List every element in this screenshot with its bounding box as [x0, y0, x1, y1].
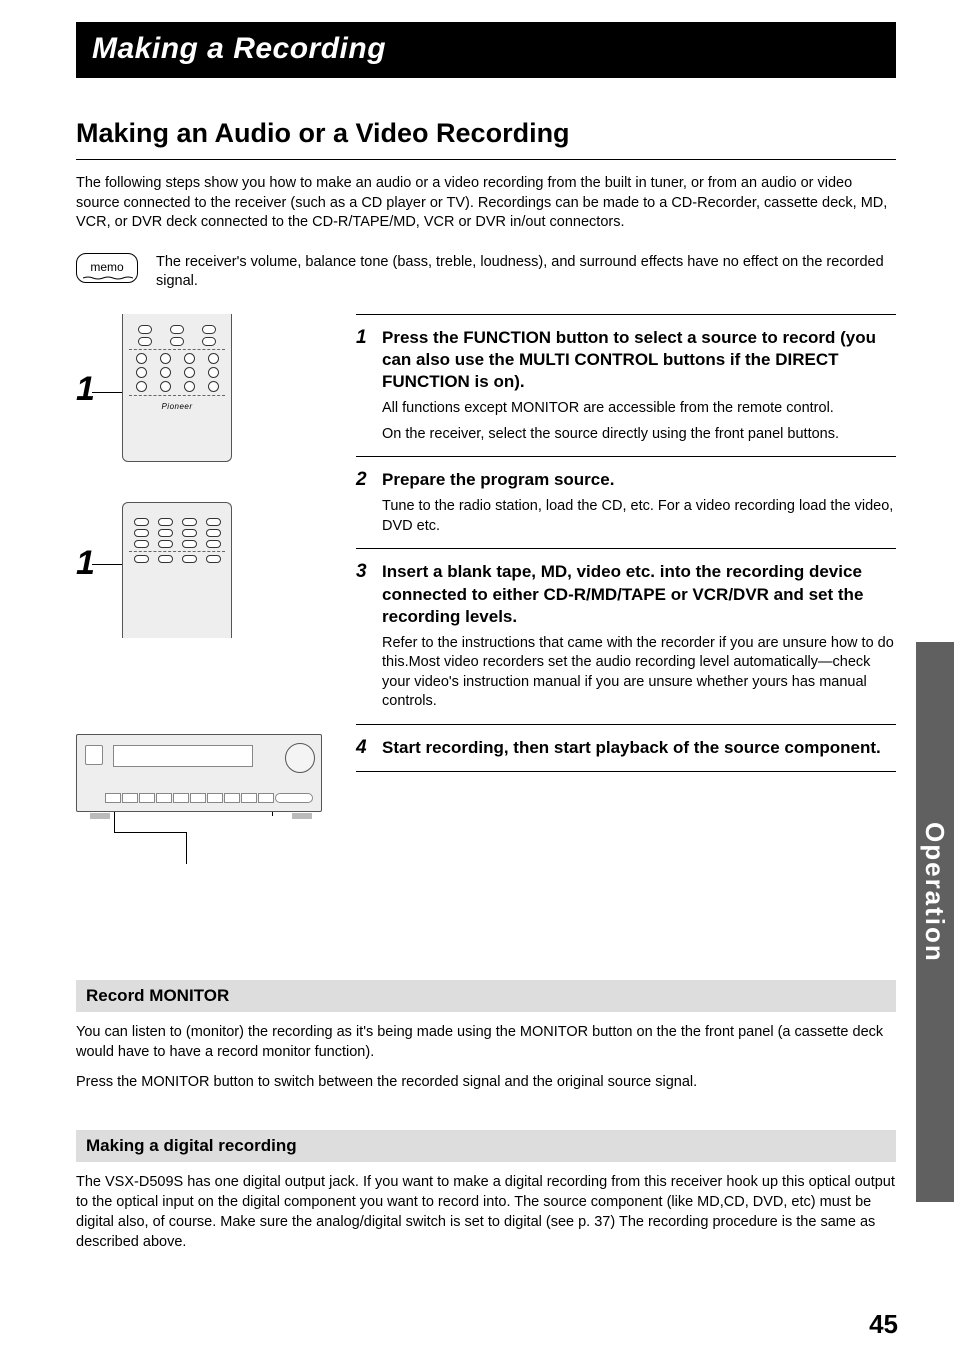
side-tab-label: Operation: [919, 822, 950, 963]
subsection-heading-monitor: Record MONITOR: [76, 980, 896, 1012]
subsection-paragraph: You can listen to (monitor) the recordin…: [76, 1022, 896, 1062]
chapter-header-bar: Making a Recording: [76, 22, 896, 78]
page: Making a Recording Making an Audio or a …: [0, 22, 954, 1370]
memo-block: memo The receiver's volume, balance tone…: [76, 253, 896, 292]
section-heading: Making an Audio or a Video Recording: [76, 118, 896, 160]
memo-badge: memo: [76, 253, 138, 283]
chapter-title: Making a Recording: [92, 32, 880, 66]
step-title: Press the FUNCTION button to select a so…: [382, 327, 896, 393]
receiver-illustration: 1 MONITOR: [76, 734, 326, 819]
brand-label: Pioneer: [129, 402, 225, 411]
step-body: On the receiver, select the source direc…: [382, 425, 896, 445]
step-2: 2 Prepare the program source. Tune to th…: [356, 457, 896, 549]
step-number: 1: [356, 327, 372, 349]
figures-column: 1 Pioneer 1: [76, 314, 336, 942]
subsection-paragraph: Press the MONITOR button to switch betwe…: [76, 1072, 896, 1092]
step-3: 3 Insert a blank tape, MD, video etc. in…: [356, 549, 896, 725]
memo-label: memo: [90, 260, 123, 274]
remote-illustration-2: [122, 502, 232, 638]
steps-column: 1 Press the FUNCTION button to select a …: [356, 314, 896, 942]
figure-1-callout: 1: [76, 370, 95, 409]
step-body: All functions except MONITOR are accessi…: [382, 399, 896, 419]
step-title: Insert a blank tape, MD, video etc. into…: [382, 561, 896, 627]
guide-line-icon: [186, 832, 187, 864]
step-number: 4: [356, 737, 372, 759]
step-title: Start recording, then start playback of …: [382, 737, 881, 759]
callout-line-icon: [92, 564, 124, 565]
figure-remote-1: 1 Pioneer: [76, 314, 336, 474]
subsection-heading-digital: Making a digital recording: [76, 1130, 896, 1162]
page-number: 45: [869, 1309, 898, 1340]
step-body: Tune to the radio station, load the CD, …: [382, 497, 896, 536]
step-number: 3: [356, 561, 372, 583]
remote-illustration-1: Pioneer: [122, 314, 232, 462]
step-body: Refer to the instructions that came with…: [382, 634, 896, 712]
step-title: Prepare the program source.: [382, 469, 614, 491]
memo-wave-icon: [83, 276, 133, 280]
two-column-layout: 1 Pioneer 1: [76, 314, 896, 942]
memo-text: The receiver's volume, balance tone (bas…: [156, 253, 896, 292]
step-1: 1 Press the FUNCTION button to select a …: [356, 315, 896, 457]
subsection-paragraph: The VSX-D509S has one digital output jac…: [76, 1172, 896, 1252]
guide-line-icon: [114, 832, 186, 833]
step-4: 4 Start recording, then start playback o…: [356, 725, 896, 772]
step-number: 2: [356, 469, 372, 491]
figure-remote-2: 1: [76, 502, 336, 652]
content-area: Making an Audio or a Video Recording The…: [0, 118, 954, 1252]
callout-line-icon: [92, 392, 124, 393]
intro-paragraph: The following steps show you how to make…: [76, 174, 896, 233]
figure-receiver: 1 MONITOR: [76, 734, 336, 914]
receiver-unit-icon: [76, 734, 322, 812]
